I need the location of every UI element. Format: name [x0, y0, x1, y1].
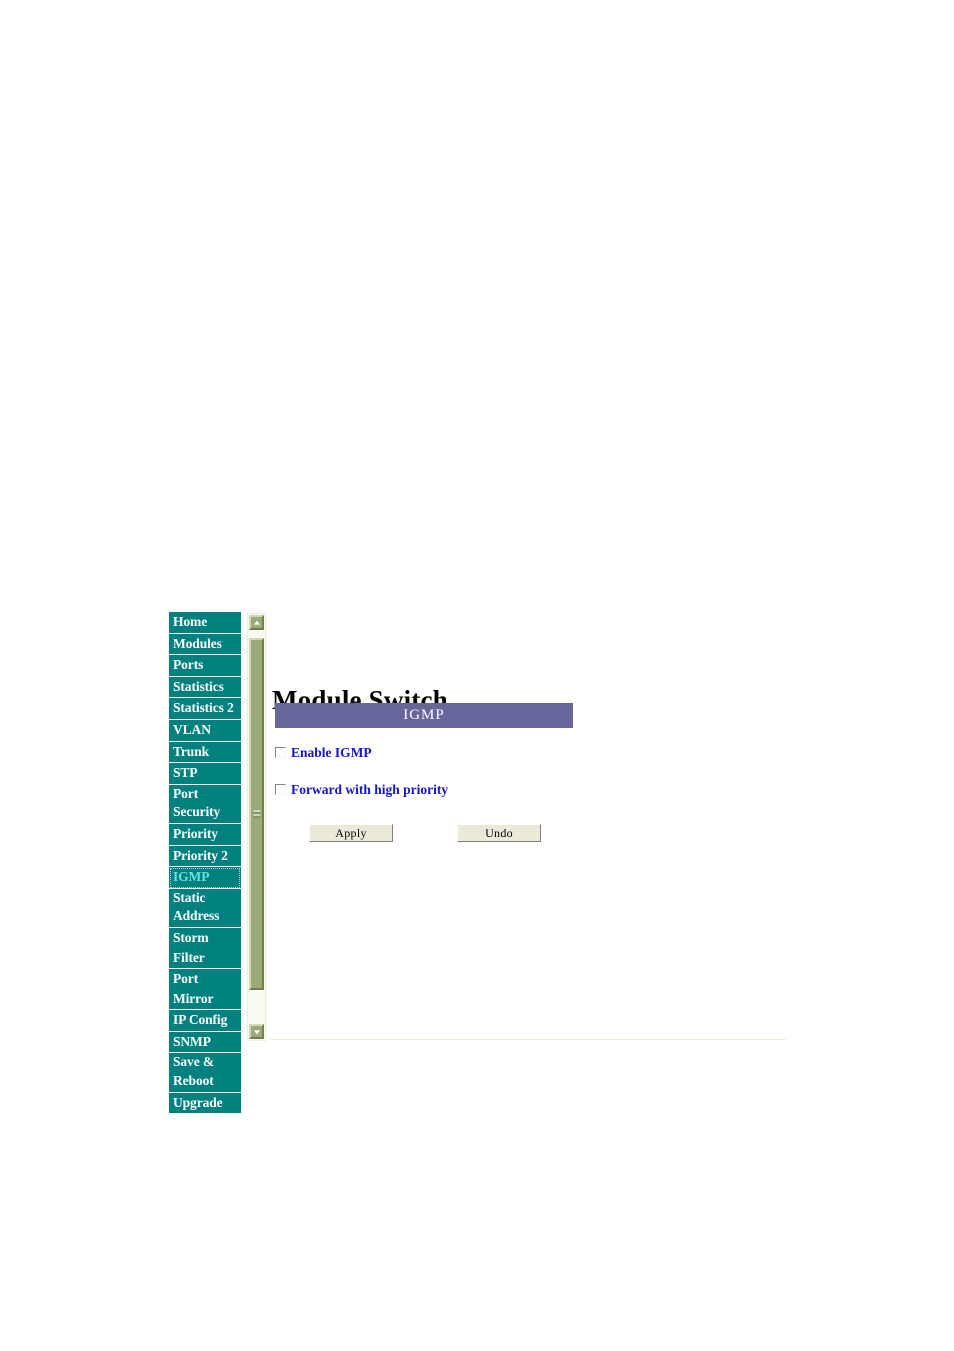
sidebar-item-ip-config[interactable]: IP Config — [169, 1010, 241, 1032]
enable-igmp-label: Enable IGMP — [291, 745, 372, 760]
scrollbar-grip-icon — [253, 810, 260, 818]
apply-button[interactable]: Apply — [309, 824, 393, 842]
sidebar-item-trunk[interactable]: Trunk — [169, 741, 241, 764]
sidebar-nav: Home Modules Ports Statistics Statistics… — [169, 612, 241, 1115]
sidebar-item-priority-2[interactable]: Priority 2 — [169, 845, 241, 868]
content-bottom-divider — [270, 1039, 786, 1040]
sidebar-item-priority[interactable]: Priority — [169, 823, 241, 846]
sidebar-item-static-address[interactable]: Static Address — [169, 888, 241, 928]
sidebar-item-stp[interactable]: STP — [169, 763, 241, 785]
scroll-down-button[interactable] — [249, 1024, 264, 1039]
sidebar-item-storm-filter[interactable]: Storm Filter — [169, 927, 241, 970]
sidebar-item-modules[interactable]: Modules — [169, 633, 241, 656]
main-content: Module Switch IGMP Enable IGMP Forward w… — [272, 612, 789, 1044]
sidebar-item-igmp[interactable]: IGMP — [169, 867, 241, 889]
enable-igmp-checkbox[interactable] — [275, 747, 286, 758]
sidebar-item-statistics[interactable]: Statistics — [169, 676, 241, 699]
sidebar-item-home[interactable]: Home — [169, 612, 241, 634]
scrollbar-thumb[interactable] — [249, 638, 264, 990]
forward-high-priority-row[interactable]: Forward with high priority — [275, 782, 448, 797]
undo-button[interactable]: Undo — [457, 824, 541, 842]
forward-high-priority-checkbox[interactable] — [275, 784, 286, 795]
sidebar-item-ports[interactable]: Ports — [169, 655, 241, 677]
scroll-down-icon — [253, 1029, 260, 1034]
sidebar-item-vlan[interactable]: VLAN — [169, 719, 241, 742]
sidebar-item-port-mirror[interactable]: Port Mirror — [169, 969, 241, 1011]
enable-igmp-row[interactable]: Enable IGMP — [275, 745, 372, 760]
sidebar-item-upgrade[interactable]: Upgrade — [169, 1092, 241, 1115]
scroll-up-button[interactable] — [249, 615, 264, 630]
forward-high-priority-label: Forward with high priority — [291, 782, 449, 797]
section-header-igmp: IGMP — [275, 703, 573, 728]
vertical-scrollbar[interactable] — [247, 613, 266, 1041]
sidebar-item-statistics-2[interactable]: Statistics 2 — [169, 698, 241, 720]
sidebar-item-snmp[interactable]: SNMP — [169, 1031, 241, 1054]
sidebar-item-port-security[interactable]: Port Security — [169, 784, 241, 824]
section-header-label: IGMP — [403, 707, 445, 723]
switch-web-ui: Home Modules Ports Statistics Statistics… — [169, 612, 789, 1115]
form-button-row: Apply Undo — [272, 824, 572, 844]
scroll-up-icon — [253, 620, 260, 625]
sidebar-item-save-and-reboot[interactable]: Save & Reboot — [169, 1053, 241, 1093]
